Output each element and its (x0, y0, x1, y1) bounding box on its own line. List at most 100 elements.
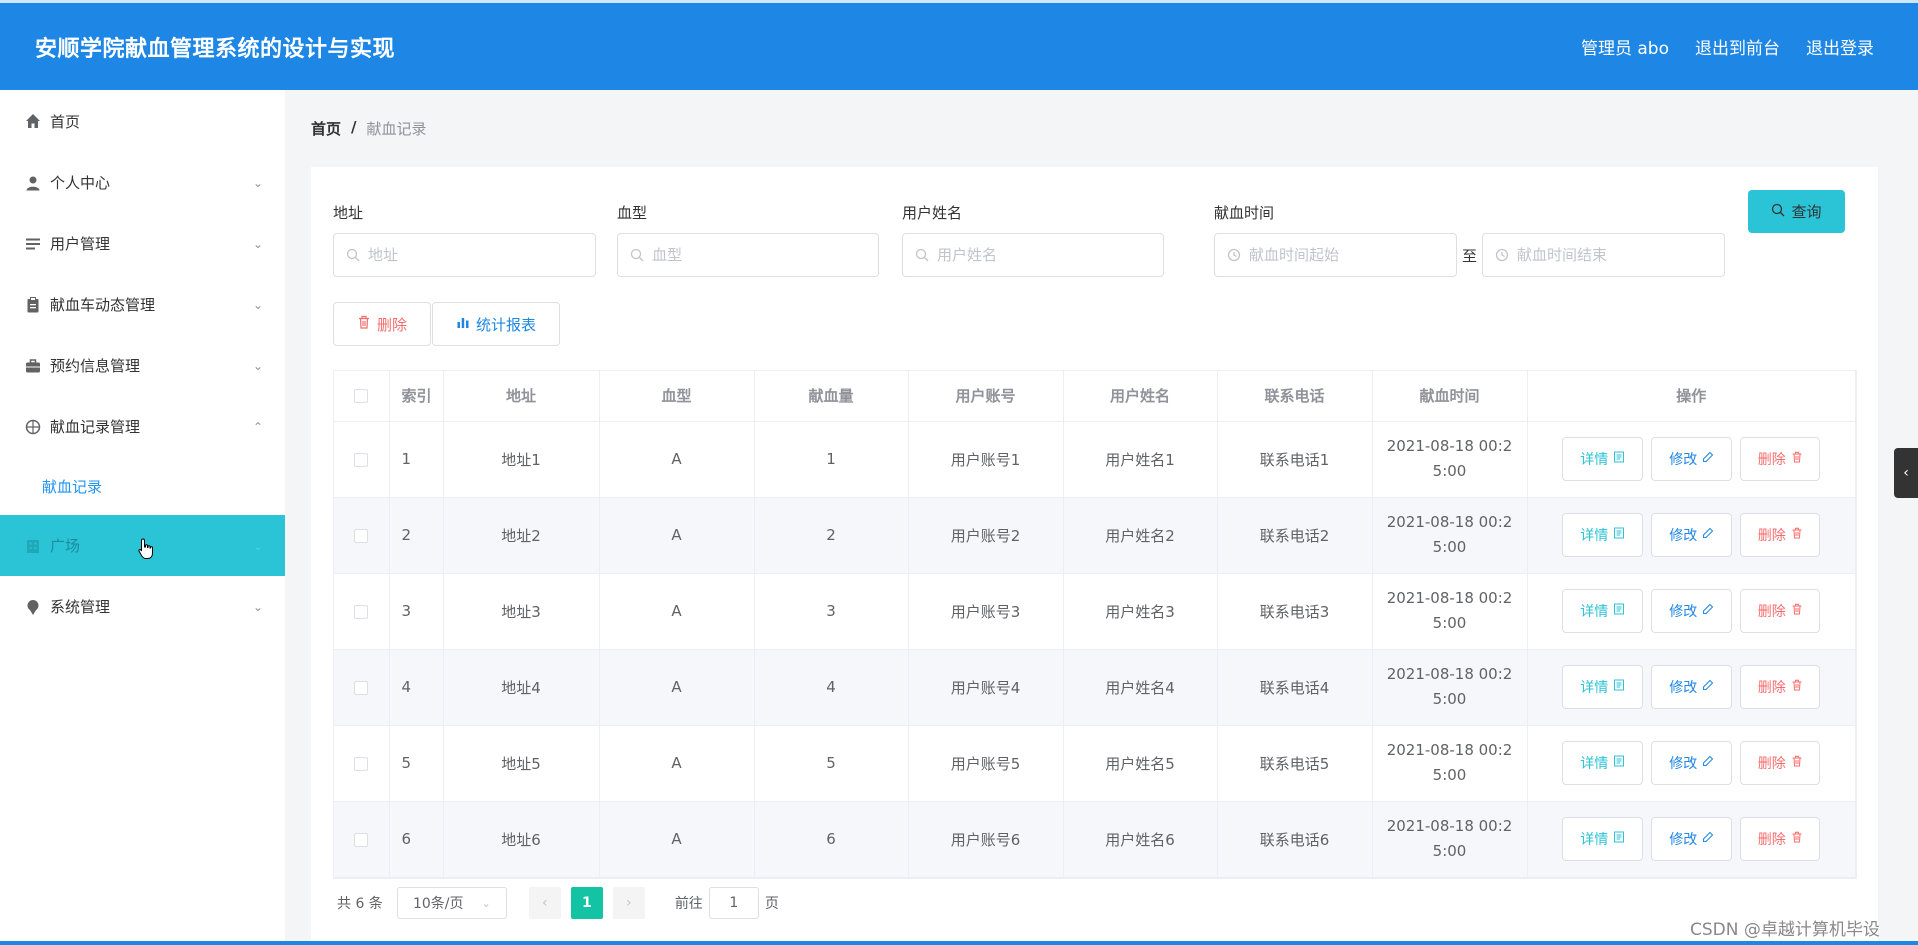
row-checkbox[interactable] (354, 680, 369, 695)
username-field[interactable] (902, 233, 1164, 277)
breadcrumb-home[interactable]: 首页 (311, 118, 341, 139)
admin-label[interactable]: 管理员 abo (1581, 34, 1669, 59)
row-checkbox[interactable] (354, 832, 369, 847)
delete-button[interactable]: 删除 (1740, 437, 1821, 481)
row-select-cell[interactable] (334, 497, 390, 574)
batch-delete-button[interactable]: 删除 (333, 302, 431, 346)
sidebar-item-system-management[interactable]: 系统管理 ⌄ (0, 576, 285, 637)
sidebar-item-personal-center[interactable]: 个人中心 ⌄ (0, 152, 285, 213)
operations-cell: 详情 修改 删除 (1527, 801, 1856, 878)
trash-icon (1791, 451, 1803, 467)
delete-button[interactable]: 删除 (1740, 513, 1821, 557)
time-start-input[interactable] (1249, 246, 1439, 264)
logout-link[interactable]: 退出登录 (1806, 34, 1874, 59)
table-header-row: 索引 地址 血型 献血量 用户账号 用户姓名 联系电话 献血时间 操作 (334, 371, 1856, 422)
trash-icon (1791, 603, 1803, 619)
detail-label: 详情 (1580, 756, 1609, 772)
blood-type-input[interactable] (652, 246, 852, 264)
detail-button[interactable]: 详情 (1562, 817, 1644, 861)
sidebar-item-user-management[interactable]: 用户管理 ⌄ (0, 213, 285, 274)
collapse-tab-button[interactable]: ‹ (1894, 448, 1918, 498)
goto-page: 前往 页 (675, 887, 779, 919)
delete-button[interactable]: 删除 (1740, 589, 1821, 633)
chevron-down-icon: ⌄ (481, 896, 491, 910)
search-icon (630, 248, 644, 262)
table-row: 1 地址1 A 1 用户账号1 用户姓名1 联系电话1 2021-08-18 00:25:00… (334, 421, 1856, 498)
row-select-cell[interactable] (334, 421, 390, 498)
document-icon (1613, 527, 1625, 543)
goto-page-input[interactable] (708, 887, 759, 919)
edit-label: 修改 (1669, 832, 1698, 848)
address-input[interactable] (368, 246, 568, 264)
detail-label: 详情 (1580, 528, 1609, 544)
edit-label: 修改 (1669, 756, 1698, 772)
statistics-report-button[interactable]: 统计报表 (432, 302, 560, 346)
delete-button[interactable]: 删除 (1740, 817, 1821, 861)
table-cell: 2 (754, 497, 909, 574)
sidebar-item-bloodmobile-management[interactable]: 献血车动态管理 ⌄ (0, 274, 285, 335)
detail-button[interactable]: 详情 (1562, 513, 1644, 557)
table-cell: 用户姓名6 (1063, 801, 1218, 878)
table-cell: 用户姓名5 (1063, 725, 1218, 802)
detail-button[interactable]: 详情 (1562, 589, 1644, 633)
column-header: 血型 (599, 371, 755, 422)
table-cell: A (599, 421, 755, 498)
detail-button[interactable]: 详情 (1562, 741, 1644, 785)
sidebar-item-donation-record-management[interactable]: 献血记录管理 ⌃ (0, 396, 285, 457)
row-select-cell[interactable] (334, 573, 390, 650)
column-header: 操作 (1527, 371, 1856, 422)
time-start-field[interactable] (1214, 233, 1457, 277)
time-end-input[interactable] (1517, 246, 1707, 264)
row-select-cell[interactable] (334, 725, 390, 802)
delete-label: 删除 (1757, 452, 1786, 468)
sidebar-item-appointment-management[interactable]: 预约信息管理 ⌄ (0, 335, 285, 396)
select-all-cell[interactable] (334, 371, 390, 422)
page-number-current[interactable]: 1 (570, 887, 603, 919)
address-field[interactable] (333, 233, 596, 277)
delete-button[interactable]: 删除 (1740, 665, 1821, 709)
edit-button[interactable]: 修改 (1651, 817, 1733, 861)
table-cell: 1 (754, 421, 909, 498)
page-size-value: 10条/页 (412, 896, 464, 912)
table-row: 3 地址3 A 3 用户账号3 用户姓名3 联系电话3 2021-08-18 00:25:00… (334, 573, 1856, 650)
edit-button[interactable]: 修改 (1651, 437, 1733, 481)
row-checkbox[interactable] (354, 528, 369, 543)
next-page-button[interactable]: › (612, 887, 645, 919)
row-select-cell[interactable] (334, 801, 390, 878)
row-select-cell[interactable] (334, 649, 390, 726)
table-cell: 用户姓名4 (1063, 649, 1218, 726)
time-end-field[interactable] (1482, 233, 1725, 277)
edit-button[interactable]: 修改 (1651, 741, 1733, 785)
row-checkbox[interactable] (354, 604, 369, 619)
sidebar-subitem-donation-record[interactable]: 献血记录 (0, 457, 285, 515)
batch-delete-label: 删除 (376, 315, 407, 334)
page-size-select[interactable]: 10条/页 ⌄ (396, 887, 507, 919)
sidebar-item-home[interactable]: 首页 (0, 90, 285, 152)
table-row: 4 地址4 A 4 用户账号4 用户姓名4 联系电话4 2021-08-18 00:25:00… (334, 649, 1856, 726)
select-all-checkbox[interactable] (354, 389, 369, 404)
delete-label: 删除 (1757, 680, 1786, 696)
statistics-report-label: 统计报表 (475, 315, 536, 334)
detail-button[interactable]: 详情 (1562, 665, 1644, 709)
blood-type-field[interactable] (617, 233, 879, 277)
edit-button[interactable]: 修改 (1651, 513, 1733, 557)
username-input[interactable] (937, 246, 1137, 264)
row-checkbox[interactable] (354, 452, 369, 467)
bar-chart-icon (456, 315, 470, 333)
query-button[interactable]: 查询 (1748, 190, 1845, 233)
column-header: 用户账号 (908, 371, 1064, 422)
column-header: 地址 (443, 371, 600, 422)
edit-button[interactable]: 修改 (1651, 589, 1733, 633)
detail-button[interactable]: 详情 (1562, 437, 1644, 481)
column-header: 献血时间 (1372, 371, 1528, 422)
table-cell: 联系电话2 (1217, 497, 1373, 574)
document-icon (1613, 451, 1625, 467)
row-checkbox[interactable] (354, 756, 369, 771)
prev-page-button[interactable]: ‹ (528, 887, 561, 919)
exit-to-front-link[interactable]: 退出到前台 (1695, 34, 1780, 59)
delete-button[interactable]: 删除 (1740, 741, 1821, 785)
trash-icon (1791, 527, 1803, 543)
edit-button[interactable]: 修改 (1651, 665, 1733, 709)
pencil-icon (1702, 755, 1714, 771)
column-header: 索引 (389, 371, 444, 422)
